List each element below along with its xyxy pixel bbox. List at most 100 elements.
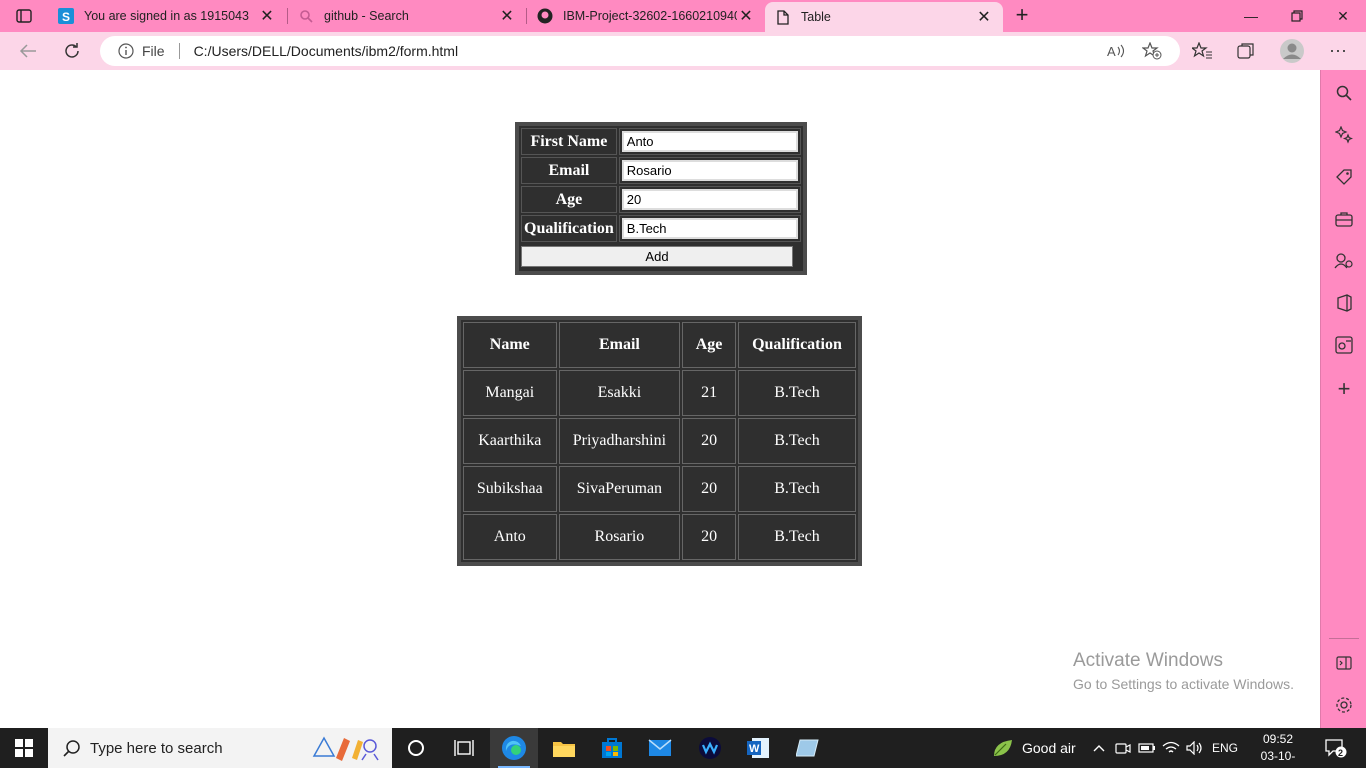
cortana-icon[interactable] <box>392 728 440 768</box>
task-view-icon[interactable] <box>440 728 488 768</box>
shopping-tag-icon[interactable] <box>1332 165 1356 189</box>
column-header-email: Email <box>558 322 681 368</box>
language-indicator[interactable]: ENG <box>1212 728 1238 768</box>
svg-text:A: A <box>1107 44 1116 58</box>
microsoft-store-icon[interactable] <box>588 728 636 768</box>
edge-sidebar: + <box>1320 70 1366 728</box>
age-label: Age <box>521 186 617 213</box>
show-hidden-icons-chevron-icon[interactable] <box>1090 738 1108 758</box>
cell-age: 20 <box>682 514 736 560</box>
tab-ibm-project[interactable]: IBM-Project-32602-1660210940 ✕ <box>527 0 765 32</box>
first-name-label: First Name <box>521 128 617 155</box>
file-scheme-label: File <box>142 43 165 59</box>
form-row-age: Age <box>521 186 801 213</box>
form-row-submit: Add <box>521 244 801 269</box>
outlook-icon[interactable] <box>1332 333 1356 357</box>
add-button[interactable]: Add <box>521 246 793 267</box>
activate-windows-watermark: Activate Windows Go to Settings to activ… <box>1073 650 1294 692</box>
form-row-email: Email <box>521 157 801 184</box>
cell-name: Anto <box>463 514 557 560</box>
svg-text:W: W <box>749 743 760 755</box>
notifications-icon[interactable]: 2 <box>1324 738 1348 758</box>
cell-qualification: B.Tech <box>737 370 856 416</box>
browser-toolbar: File C:/Users/DELL/Documents/ibm2/form.h… <box>0 32 1366 70</box>
close-tab-icon[interactable]: ✕ <box>975 7 993 27</box>
restore-icon[interactable] <box>1274 0 1320 32</box>
edge-browser-icon[interactable] <box>490 728 538 768</box>
file-explorer-icon[interactable] <box>540 728 588 768</box>
office-icon[interactable] <box>1332 291 1356 315</box>
info-icon[interactable] <box>118 43 134 59</box>
favorites-icon[interactable] <box>1188 37 1216 65</box>
cell-name: Mangai <box>463 370 557 416</box>
form-row-first-name: First Name <box>521 128 801 155</box>
tab-title: github - Search <box>324 9 409 23</box>
column-header-qualification: Qualification <box>737 322 856 368</box>
meet-now-icon[interactable] <box>1114 738 1132 758</box>
add-favorite-icon[interactable] <box>1140 36 1164 66</box>
first-name-input[interactable] <box>621 131 798 152</box>
notes-app-icon[interactable] <box>784 728 832 768</box>
url-text[interactable]: C:/Users/DELL/Documents/ibm2/form.html <box>194 43 459 59</box>
tab-actions-icon[interactable] <box>8 4 40 28</box>
page-content: First Name Email Age Qualification Add <box>0 70 1320 728</box>
close-tab-icon[interactable]: ✕ <box>737 6 755 26</box>
discover-icon[interactable] <box>1332 123 1356 147</box>
page-icon <box>775 9 791 25</box>
sidebar-settings-gear-icon[interactable] <box>1332 693 1356 717</box>
age-input[interactable] <box>621 189 798 210</box>
games-icon[interactable] <box>1332 249 1356 273</box>
minimize-icon[interactable]: — <box>1228 0 1274 32</box>
svg-text:S: S <box>62 10 70 24</box>
tab-table[interactable]: Table ✕ <box>765 2 1003 32</box>
qualification-input[interactable] <box>621 218 798 239</box>
tab-github-search[interactable]: github - Search ✕ <box>288 0 526 32</box>
windows-taskbar: Type here to search W Good air ENG 09:52… <box>0 728 1366 768</box>
taskbar-search-box[interactable]: Type here to search <box>48 728 392 768</box>
cell-qualification: B.Tech <box>737 466 856 512</box>
clock-date: 03-10-2022 <box>1260 749 1296 768</box>
search-icon[interactable] <box>1332 81 1356 105</box>
tab-title: You are signed in as 1915043 <box>84 9 249 23</box>
volume-icon[interactable] <box>1186 738 1204 758</box>
cell-name: Kaarthika <box>463 418 557 464</box>
close-tab-icon[interactable]: ✕ <box>498 6 516 26</box>
close-tab-icon[interactable]: ✕ <box>258 6 276 26</box>
weather-widget[interactable]: Good air <box>992 728 1076 768</box>
tab-strip: S You are signed in as 1915043 ✕ github … <box>0 0 1366 32</box>
back-icon[interactable] <box>14 37 42 65</box>
address-bar[interactable]: File C:/Users/DELL/Documents/ibm2/form.h… <box>100 36 1180 66</box>
email-input[interactable] <box>621 160 798 181</box>
search-icon <box>62 738 82 758</box>
profile-avatar-icon[interactable] <box>1278 37 1306 65</box>
notification-count-badge: 2 <box>1338 748 1343 758</box>
add-sidebar-item-icon[interactable]: + <box>1332 376 1356 401</box>
tab-signed-in[interactable]: S You are signed in as 1915043 ✕ <box>48 0 286 32</box>
battery-icon[interactable] <box>1138 738 1156 758</box>
tools-briefcase-icon[interactable] <box>1332 207 1356 231</box>
cell-age: 20 <box>682 418 736 464</box>
wifi-icon[interactable] <box>1162 738 1180 758</box>
more-options-icon[interactable]: ⋯ <box>1324 37 1352 65</box>
sidebar-divider <box>1329 638 1359 639</box>
read-aloud-icon[interactable]: A <box>1104 36 1128 66</box>
refresh-icon[interactable] <box>58 37 86 65</box>
column-header-name: Name <box>463 322 557 368</box>
word-icon[interactable]: W <box>734 728 782 768</box>
table-row: Kaarthika Priyadharshini 20 B.Tech <box>463 418 856 464</box>
hide-sidebar-icon[interactable] <box>1332 651 1356 675</box>
cell-email: Rosario <box>558 514 681 560</box>
windows-start-icon[interactable] <box>0 728 48 768</box>
tab-title: IBM-Project-32602-1660210940 <box>563 9 737 23</box>
entry-form: First Name Email Age Qualification Add <box>515 122 807 275</box>
mail-icon[interactable] <box>636 728 684 768</box>
email-label: Email <box>521 157 617 184</box>
new-tab-button[interactable]: + <box>1010 4 1034 28</box>
webex-icon[interactable] <box>686 728 734 768</box>
system-clock[interactable]: 09:52 03-10-2022 <box>1250 731 1306 768</box>
qualification-label: Qualification <box>521 215 617 242</box>
close-window-icon[interactable]: ✕ <box>1320 0 1366 32</box>
collections-icon[interactable] <box>1232 37 1260 65</box>
air-quality-leaf-icon <box>994 740 1012 756</box>
cell-qualification: B.Tech <box>737 514 856 560</box>
